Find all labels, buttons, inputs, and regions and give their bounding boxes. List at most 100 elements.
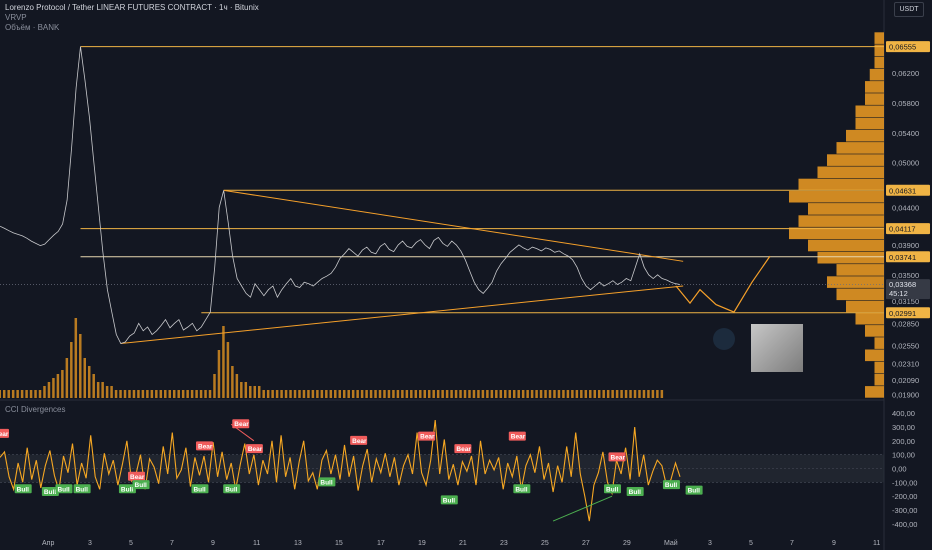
bear-label: Bear bbox=[248, 446, 263, 453]
price-tag-label: 0,02991 bbox=[889, 309, 916, 318]
volume-bar bbox=[486, 390, 489, 398]
volume-bar bbox=[83, 358, 86, 398]
cci-axis-tick: 300,00 bbox=[892, 423, 915, 432]
volume-profile-bar bbox=[874, 56, 884, 69]
volume-profile-bar bbox=[798, 215, 884, 227]
volume-bar bbox=[472, 390, 476, 398]
cci-axis-tick: 200,00 bbox=[892, 437, 915, 446]
volume-bar bbox=[271, 390, 274, 398]
volume-profile-bar bbox=[855, 312, 884, 325]
date-axis-tick: 7 bbox=[790, 540, 794, 547]
volume-bar bbox=[101, 382, 104, 398]
price-axis-tick: 0,02090 bbox=[892, 376, 919, 385]
volume-bar bbox=[262, 390, 265, 398]
volume-bar bbox=[186, 390, 189, 398]
volume-bar bbox=[249, 386, 252, 398]
volume-bar bbox=[647, 390, 650, 398]
volume-bar bbox=[374, 390, 377, 398]
projection-path bbox=[675, 255, 771, 313]
volume-indicator-label[interactable]: Объём · BANK bbox=[5, 23, 59, 32]
volume-bar bbox=[177, 390, 180, 398]
date-axis-tick: 3 bbox=[708, 540, 712, 547]
volume-bar bbox=[65, 358, 69, 398]
cci-panel-title[interactable]: CCI Divergences bbox=[5, 405, 65, 414]
volume-bar bbox=[105, 386, 109, 398]
volume-bar bbox=[401, 390, 404, 398]
volume-bar bbox=[20, 390, 24, 398]
chart-canvas[interactable]: 0,06200 0,05800 0,05400 0,05000 0,04400 0,039… bbox=[0, 0, 932, 550]
volume-bar bbox=[656, 390, 659, 398]
price-axis-tick: 0,04400 bbox=[892, 204, 919, 213]
volume-bar bbox=[11, 390, 15, 398]
volume-bar bbox=[624, 390, 628, 398]
volume-bar bbox=[311, 390, 315, 398]
date-axis-tick: 19 bbox=[418, 540, 426, 547]
volume-bar bbox=[481, 390, 485, 398]
volume-bar bbox=[123, 390, 127, 398]
volume-bar bbox=[0, 390, 1, 398]
bull-label: Bull bbox=[135, 482, 147, 489]
volume-bar bbox=[29, 390, 33, 398]
date-axis-tick: 5 bbox=[129, 540, 133, 547]
volume-profile-bar bbox=[789, 190, 884, 203]
volume-bar bbox=[25, 390, 28, 398]
volume-bar bbox=[629, 390, 632, 398]
volume-bar bbox=[289, 390, 292, 398]
volume-bar bbox=[307, 390, 310, 398]
volume-bar bbox=[419, 390, 422, 398]
bull-label: Bull bbox=[629, 489, 641, 496]
volume-bar bbox=[392, 390, 395, 398]
volume-bar bbox=[204, 390, 207, 398]
bear-label: Bear bbox=[198, 443, 213, 450]
volume-profile-bar bbox=[836, 288, 884, 301]
price-axis-tick: 0,03500 bbox=[892, 271, 919, 280]
bull-label: Bull bbox=[121, 486, 133, 493]
volume-bar bbox=[253, 386, 256, 398]
volume-bar bbox=[47, 382, 51, 398]
volume-profile-bar bbox=[855, 105, 884, 118]
bull-label: Bull bbox=[688, 488, 700, 495]
volume-profile-bar bbox=[846, 129, 884, 142]
volume-bar bbox=[52, 378, 55, 398]
price-axis-tick: 0,02310 bbox=[892, 360, 919, 369]
price-tag-label: 0,04631 bbox=[889, 186, 916, 195]
price-axis-tick: 0,05000 bbox=[892, 159, 919, 168]
volume-bar bbox=[490, 390, 494, 398]
volume-bar bbox=[468, 390, 471, 398]
volume-bar bbox=[414, 390, 418, 398]
volume-bar bbox=[432, 390, 435, 398]
volume-bar bbox=[168, 390, 171, 398]
currency-button[interactable]: USDT bbox=[894, 2, 924, 17]
trendline bbox=[223, 189, 684, 262]
volume-bar bbox=[347, 390, 350, 398]
volume-bar bbox=[459, 390, 462, 398]
volume-profile-bar bbox=[808, 203, 884, 215]
date-axis-tick: 11 bbox=[873, 540, 880, 547]
volume-bar bbox=[405, 390, 409, 398]
volume-profile-bar bbox=[874, 32, 884, 44]
volume-bar bbox=[150, 390, 154, 398]
volume-bar bbox=[571, 390, 574, 398]
bull-label: Bull bbox=[320, 479, 332, 486]
volume-bar bbox=[539, 390, 543, 398]
bull-label: Bull bbox=[17, 486, 29, 493]
volume-bar bbox=[495, 390, 498, 398]
volume-bar bbox=[338, 390, 341, 398]
volume-bar bbox=[190, 390, 194, 398]
price-axis-tick: 0,05400 bbox=[892, 129, 919, 138]
chart-title: Lorenzo Protocol / Tether LINEAR FUTURES… bbox=[5, 3, 259, 12]
volume-bar bbox=[499, 390, 503, 398]
vrvp-indicator-label[interactable]: VRVP bbox=[5, 13, 27, 22]
volume-bar bbox=[316, 390, 319, 398]
volume-bar bbox=[611, 390, 614, 398]
volume-bar bbox=[512, 390, 516, 398]
volume-bar bbox=[172, 390, 176, 398]
volume-profile-bar bbox=[808, 239, 884, 252]
volume-bar bbox=[119, 390, 122, 398]
volume-bar bbox=[396, 390, 400, 398]
bull-label: Bull bbox=[57, 486, 69, 493]
volume-bar bbox=[450, 390, 453, 398]
volume-profile-bar bbox=[865, 349, 884, 362]
volume-bar bbox=[137, 390, 140, 398]
volume-bar bbox=[369, 390, 373, 398]
